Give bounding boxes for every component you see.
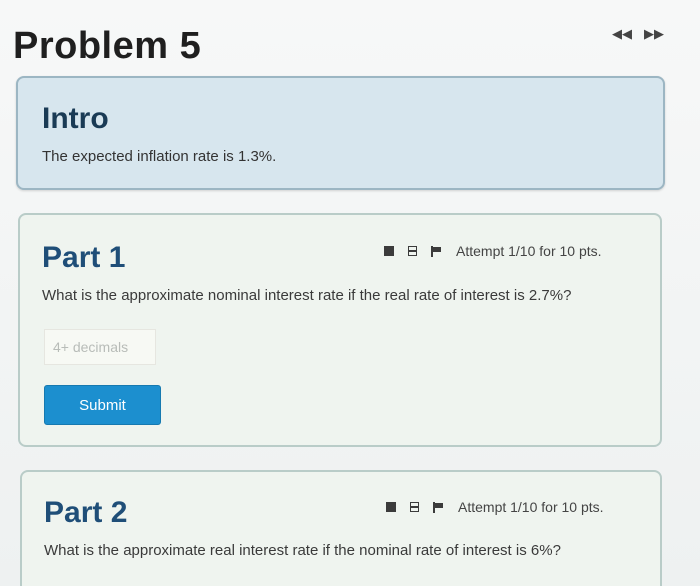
part-1-heading: Part 1 bbox=[42, 241, 126, 274]
intro-heading: Intro bbox=[42, 102, 109, 135]
flag-icon[interactable] bbox=[431, 245, 442, 257]
part-2-card: Part 2 Attempt 1/10 for 10 pts. What is … bbox=[20, 470, 662, 586]
part-1-attempt-text: Attempt 1/10 for 10 pts. bbox=[456, 243, 602, 259]
part-2-attempt-text: Attempt 1/10 for 10 pts. bbox=[458, 499, 604, 515]
problem-navigation: ◀◀ ▶▶ bbox=[612, 26, 664, 42]
part-1-meta: Attempt 1/10 for 10 pts. bbox=[384, 243, 602, 259]
previous-problem-icon[interactable]: ◀◀ bbox=[612, 26, 632, 42]
notes-icon[interactable] bbox=[386, 502, 396, 512]
page-title: Problem 5 bbox=[13, 25, 202, 68]
part-1-card: Part 1 Attempt 1/10 for 10 pts. What is … bbox=[18, 213, 662, 447]
part-1-submit-button[interactable]: Submit bbox=[44, 385, 161, 425]
intro-card: Intro The expected inflation rate is 1.3… bbox=[16, 76, 665, 190]
part-2-question: What is the approximate real interest ra… bbox=[44, 542, 561, 559]
intro-text: The expected inflation rate is 1.3%. bbox=[42, 148, 277, 165]
flag-icon[interactable] bbox=[433, 501, 444, 513]
problem-page: Problem 5 ◀◀ ▶▶ Intro The expected infla… bbox=[0, 0, 700, 586]
next-problem-icon[interactable]: ▶▶ bbox=[644, 26, 664, 42]
notes-icon[interactable] bbox=[384, 246, 394, 256]
part-1-question: What is the approximate nominal interest… bbox=[42, 287, 572, 304]
calculator-icon[interactable] bbox=[410, 502, 419, 512]
part-2-heading: Part 2 bbox=[44, 496, 128, 529]
part-2-meta: Attempt 1/10 for 10 pts. bbox=[386, 499, 604, 515]
part-1-answer-input[interactable] bbox=[44, 329, 156, 365]
calculator-icon[interactable] bbox=[408, 246, 417, 256]
